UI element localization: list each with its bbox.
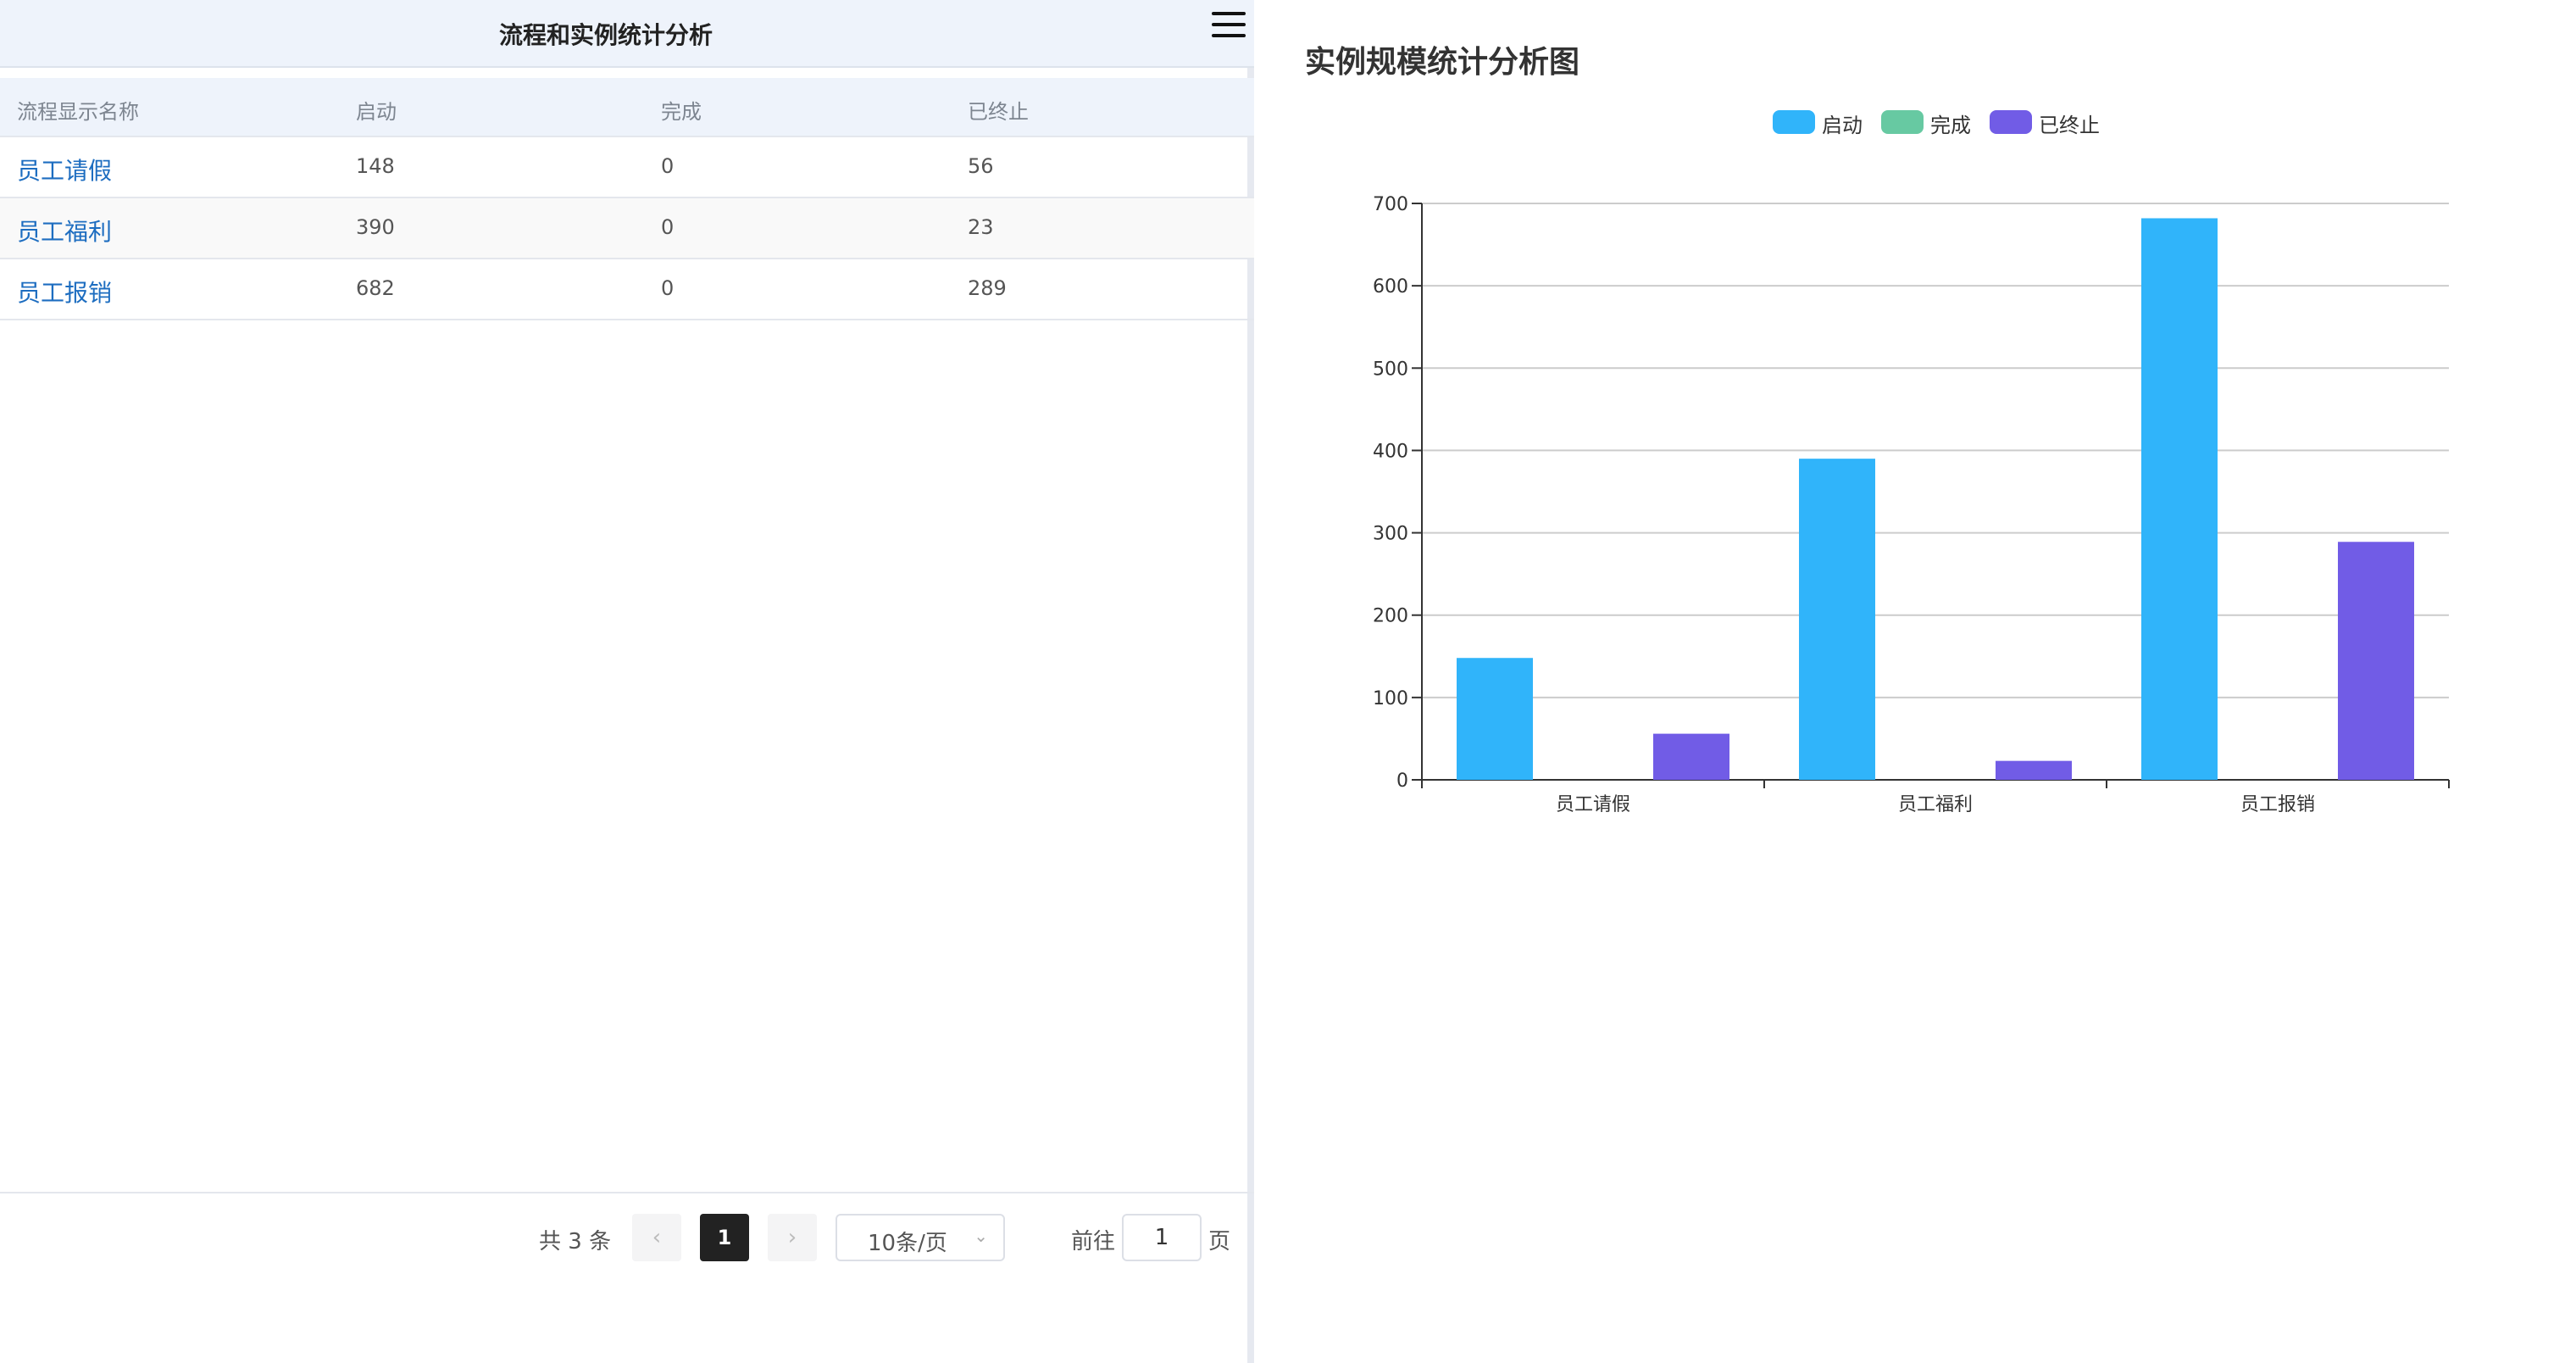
page-size-select[interactable]: 10条/页 ⌄	[836, 1214, 1005, 1261]
pagination: 共 3 条 ‹ 1 › 10条/页 ⌄ 前往 页	[0, 1214, 1254, 1265]
y-tick-label: 300	[1373, 524, 1408, 545]
bar-3-2	[1996, 760, 2072, 780]
chart-panel: 实例规模统计分析图 启动 完成 已终止 0 100 200 300 400 500 600 700…	[1261, 0, 2576, 1363]
page-size-value: 10条/页	[868, 1231, 947, 1256]
pagination-divider	[0, 1192, 1254, 1193]
terminated-count: 56	[968, 154, 994, 178]
chevron-right-icon: ›	[787, 1225, 797, 1250]
y-tick-label: 200	[1373, 606, 1408, 627]
chevron-left-icon: ‹	[652, 1225, 662, 1250]
goto-label: 前往	[1071, 1229, 1116, 1255]
started-count: 682	[356, 276, 395, 300]
completed-count: 0	[661, 215, 675, 239]
bar-3-1	[1653, 733, 1729, 780]
completed-count: 0	[661, 276, 675, 300]
prev-page-button[interactable]: ‹	[632, 1214, 681, 1261]
chevron-down-icon: ⌄	[974, 1226, 988, 1246]
table-row: 员工请假 148 0 56	[0, 137, 1254, 198]
column-header-name[interactable]: 流程显示名称	[17, 95, 139, 125]
column-header-completed[interactable]: 完成	[661, 95, 702, 125]
y-tick-label: 100	[1373, 688, 1408, 709]
y-tick-label: 600	[1373, 276, 1408, 298]
table-header-row: 流程显示名称 启动 完成 已终止	[0, 78, 1254, 137]
statistics-panel: 流程和实例统计分析 流程显示名称 启动 完成 已终止 员工请假 148 0 56…	[0, 0, 1254, 1363]
started-count: 390	[356, 215, 395, 239]
completed-count: 0	[661, 154, 675, 178]
y-tick-label: 400	[1373, 441, 1408, 462]
goto-page-input[interactable]	[1122, 1214, 1202, 1261]
terminated-count: 289	[968, 276, 1007, 300]
process-name-link[interactable]: 员工请假	[17, 153, 112, 186]
x-tick-label: 员工福利	[1898, 794, 1973, 815]
hamburger-menu-icon[interactable]	[1212, 12, 1246, 41]
bar-3-3	[2338, 542, 2414, 780]
page-number-button[interactable]: 1	[700, 1214, 749, 1261]
started-count: 148	[356, 154, 395, 178]
process-stats-table: 流程显示名称 启动 完成 已终止 员工请假 148 0 56 员工福利 390 …	[0, 78, 1254, 320]
column-header-started[interactable]: 启动	[356, 95, 397, 125]
process-name-link[interactable]: 员工福利	[17, 214, 112, 248]
terminated-count: 23	[968, 215, 994, 239]
x-tick-label: 员工报销	[2240, 794, 2315, 815]
total-count: 共 3 条	[539, 1229, 612, 1255]
table-row: 员工报销 682 0 289	[0, 259, 1254, 320]
y-tick-label: 500	[1373, 359, 1408, 380]
y-tick-label: 700	[1373, 194, 1408, 215]
column-header-terminated[interactable]: 已终止	[968, 95, 1029, 125]
panel-title: 流程和实例统计分析	[498, 21, 713, 49]
x-tick-label: 员工请假	[1556, 794, 1630, 815]
panel-header: 流程和实例统计分析	[0, 0, 1254, 68]
process-name-link[interactable]: 员工报销	[17, 275, 112, 309]
bar-1-1	[1457, 658, 1533, 780]
bar-1-3	[2141, 218, 2218, 780]
goto-suffix: 页	[1208, 1229, 1231, 1255]
y-tick-label: 0	[1396, 771, 1408, 792]
table-row: 员工福利 390 0 23	[0, 198, 1254, 259]
bar-1-2	[1799, 459, 1875, 780]
next-page-button[interactable]: ›	[768, 1214, 817, 1261]
bar-chart: 0 100 200 300 400 500 600 700 员工请假 员工福利 员工报销	[1373, 194, 2450, 815]
